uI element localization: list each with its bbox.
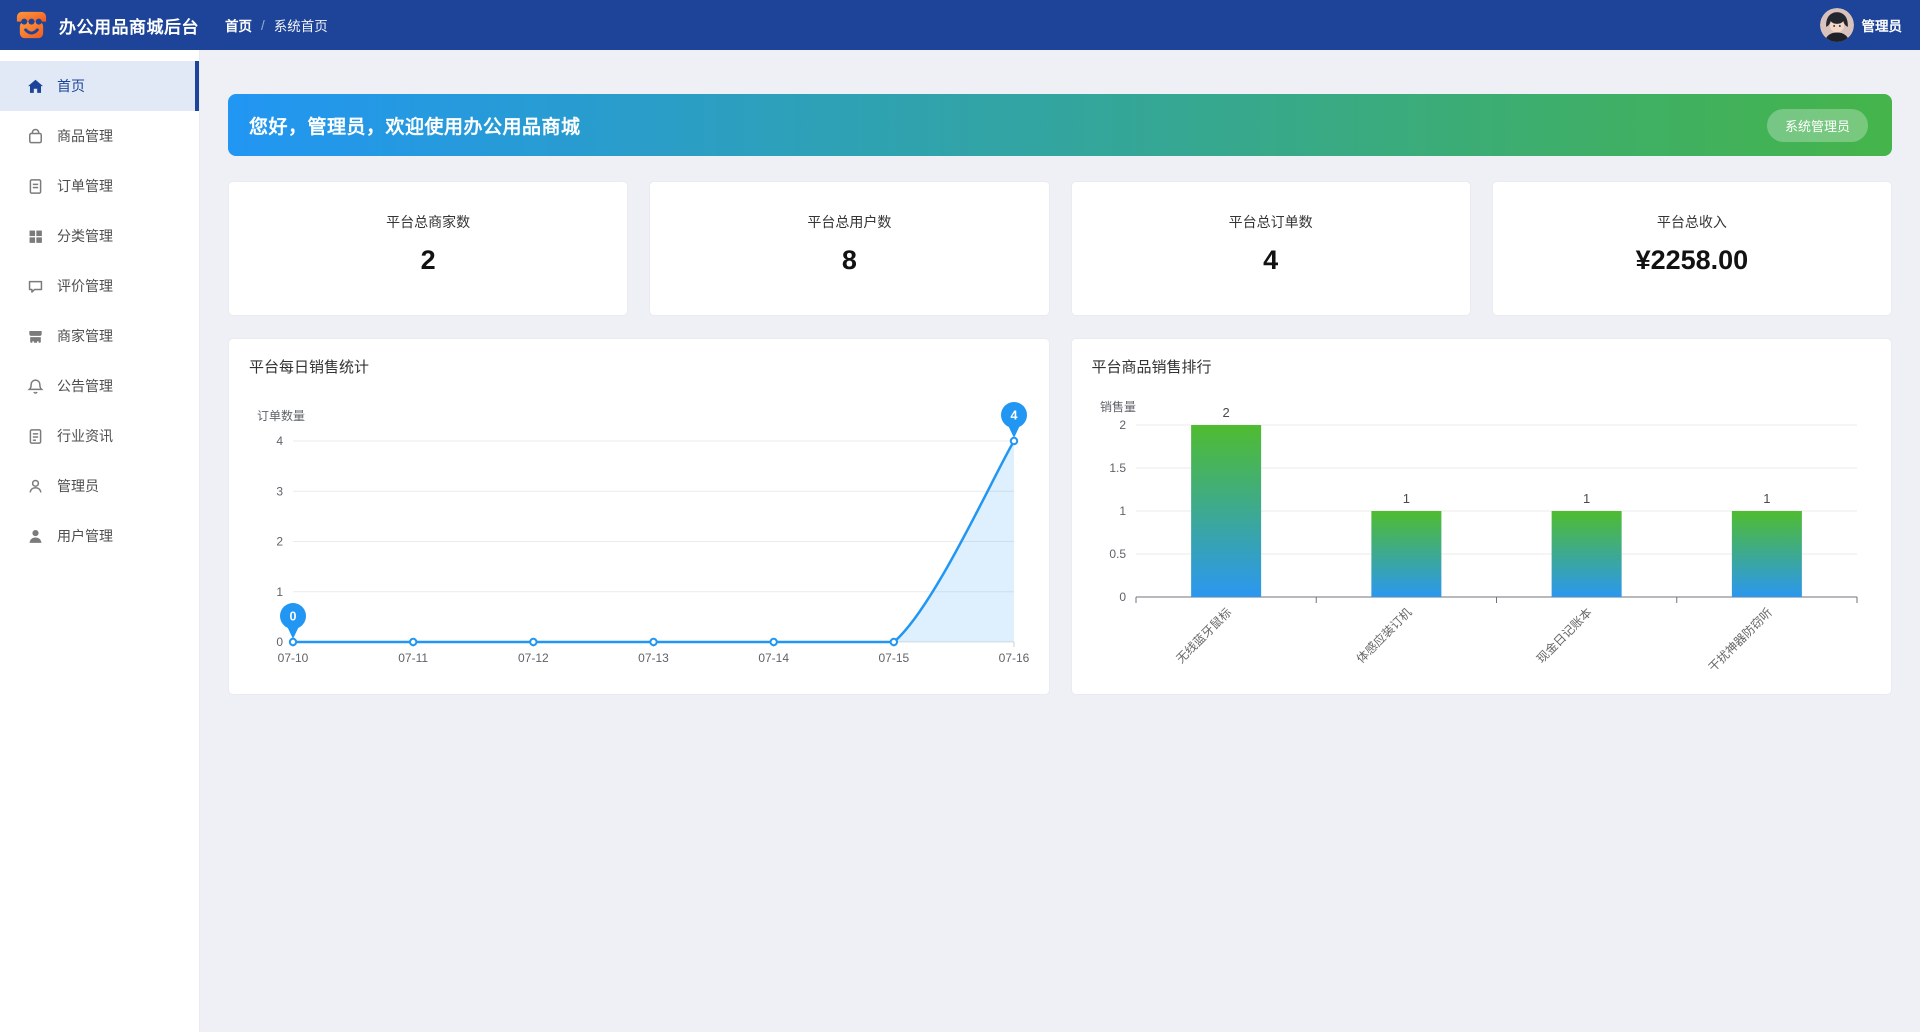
grid-icon (27, 228, 44, 245)
breadcrumb-separator: / (261, 17, 265, 33)
daily-sales-line-chart[interactable]: 0 1 2 3 4 07-10 07-11 07-12 07-13 07-14 07-15 07-16… (249, 385, 1030, 680)
sidebar-item-admins[interactable]: 管理员 (0, 461, 199, 511)
charts-row: 平台每日销售统计 0 1 2 3 4 07-10 07-11 07-12 07-13 07-14 0… (228, 338, 1892, 695)
stat-value: 2 (420, 245, 436, 275)
svg-text:现金日记账本: 现金日记账本 (1533, 605, 1595, 667)
stat-value: 8 (841, 245, 857, 275)
news-document-icon (27, 428, 44, 445)
sidebar-item-label: 分类管理 (57, 228, 113, 244)
home-icon (27, 78, 44, 95)
svg-text:1: 1 (1119, 504, 1126, 518)
stats-row: 平台总商家数 2 平台总用户数 8 平台总订单数 4 平台总收入 ¥2258.0… (228, 181, 1892, 316)
svg-text:4: 4 (276, 434, 283, 448)
app-title: 办公用品商城后台 (59, 17, 199, 37)
bell-icon (27, 378, 44, 395)
svg-text:4: 4 (1011, 409, 1018, 423)
chat-bubble-icon (27, 278, 44, 295)
user-menu[interactable]: 管理员 (1819, 8, 1903, 42)
person-outline-icon (27, 478, 44, 495)
stat-value: ¥2258.00 (1635, 245, 1749, 275)
stat-label: 平台总订单数 (1228, 214, 1313, 230)
svg-text:07-12: 07-12 (518, 651, 549, 665)
svg-text:1: 1 (1402, 491, 1409, 506)
sidebar-item-label: 评价管理 (57, 278, 113, 294)
svg-text:0: 0 (290, 610, 297, 624)
breadcrumb-current: 系统首页 (273, 19, 328, 34)
sidebar-item-categories[interactable]: 分类管理 (0, 211, 199, 261)
svg-text:3: 3 (276, 484, 283, 498)
sidebar-item-label: 管理员 (57, 478, 99, 494)
breadcrumb: 首页 / 系统首页 (225, 15, 328, 35)
user-avatar[interactable] (1819, 8, 1854, 42)
sidebar-item-merchants[interactable]: 商家管理 (0, 311, 199, 361)
navbar-left: 办公用品商城后台 首页 / 系统首页 (14, 8, 328, 43)
sidebar-item-label: 行业资讯 (57, 428, 113, 444)
stat-value: 4 (1263, 245, 1279, 275)
svg-text:07-16: 07-16 (999, 651, 1030, 665)
sidebar-item-label: 商家管理 (57, 328, 113, 344)
sidebar-item-announcements[interactable]: 公告管理 (0, 361, 199, 411)
storefront-icon (27, 328, 44, 345)
svg-text:1: 1 (1583, 491, 1590, 506)
svg-text:07-10: 07-10 (278, 651, 309, 665)
sidebar-item-industry-news[interactable]: 行业资讯 (0, 411, 199, 461)
svg-text:1.5: 1.5 (1109, 461, 1126, 475)
svg-text:07-11: 07-11 (398, 651, 428, 665)
chart-title-product-ranking: 平台商品销售排行 (1091, 359, 1212, 376)
daily-sales-chart-card: 平台每日销售统计 0 1 2 3 4 07-10 07-11 07-12 07-13 07-14 0… (228, 338, 1050, 695)
svg-text:07-14: 07-14 (758, 651, 789, 665)
sidebar-item-users[interactable]: 用户管理 (0, 511, 199, 561)
svg-text:销售量: 销售量 (1100, 399, 1136, 414)
stat-card-total-merchants: 平台总商家数 2 (228, 181, 629, 316)
svg-text:0: 0 (1119, 590, 1126, 604)
stat-label: 平台总收入 (1656, 214, 1727, 230)
top-navbar: 办公用品商城后台 首页 / 系统首页 管理员 (0, 0, 1920, 50)
stat-label: 平台总商家数 (386, 214, 471, 230)
sidebar-item-label: 用户管理 (57, 528, 113, 544)
sidebar: 首页 商品管理 订单管理 分类管理 评价管理 商家管理 公告管理 行业资讯 管理… (0, 50, 200, 1032)
person-filled-icon (27, 528, 44, 545)
welcome-text: 您好，管理员，欢迎使用办公用品商城 (249, 116, 581, 138)
app-logo-icon (14, 8, 49, 43)
svg-text:07-15: 07-15 (878, 651, 909, 665)
svg-text:干扰神器防窃听: 干扰神器防窃听 (1704, 605, 1774, 675)
svg-text:1: 1 (1763, 491, 1770, 506)
sidebar-item-products[interactable]: 商品管理 (0, 111, 199, 161)
svg-text:2: 2 (1119, 418, 1126, 432)
product-sales-bar-chart[interactable]: 0 0.5 1 1.5 2 销售量 2 无线蓝牙鼠标 1 体感应装订机 1 现金日记账本 1 干扰神器防窃… (1092, 385, 1872, 685)
sidebar-item-label: 首页 (57, 78, 85, 94)
sidebar-item-label: 公告管理 (57, 378, 113, 394)
svg-text:订单数量: 订单数量 (257, 408, 305, 423)
order-document-icon (27, 178, 44, 195)
stat-card-total-orders: 平台总订单数 4 (1070, 181, 1471, 316)
svg-text:0: 0 (276, 635, 283, 649)
sidebar-item-orders[interactable]: 订单管理 (0, 161, 199, 211)
stat-card-total-users: 平台总用户数 8 (649, 181, 1050, 316)
svg-text:07-13: 07-13 (638, 651, 669, 665)
stat-label: 平台总用户数 (807, 214, 892, 230)
role-badge: 系统管理员 (1766, 108, 1868, 142)
chart-title-daily-sales: 平台每日销售统计 (249, 359, 370, 376)
sidebar-item-home[interactable]: 首页 (0, 61, 199, 111)
breadcrumb-home[interactable]: 首页 (225, 15, 252, 35)
welcome-banner: 您好，管理员，欢迎使用办公用品商城 系统管理员 (228, 94, 1892, 156)
main-content: 您好，管理员，欢迎使用办公用品商城 系统管理员 平台总商家数 2 平台总用户数 … (200, 50, 1920, 1032)
svg-text:2: 2 (1222, 405, 1229, 420)
sidebar-item-reviews[interactable]: 评价管理 (0, 261, 199, 311)
sidebar-item-label: 商品管理 (57, 128, 113, 144)
svg-text:体感应装订机: 体感应装订机 (1352, 605, 1414, 667)
sidebar-item-label: 订单管理 (57, 178, 113, 194)
shopping-bag-icon (27, 128, 44, 145)
stat-card-total-revenue: 平台总收入 ¥2258.00 (1491, 181, 1892, 316)
svg-text:无线蓝牙鼠标: 无线蓝牙鼠标 (1173, 605, 1234, 666)
svg-text:2: 2 (276, 535, 283, 549)
product-ranking-chart-card: 平台商品销售排行 0 0.5 1 1.5 2 销售量 2 无线蓝牙鼠标 1 体感应装订机 1 现金日记… (1070, 338, 1892, 695)
svg-text:0.5: 0.5 (1109, 547, 1126, 561)
user-name: 管理员 (1861, 19, 1903, 34)
svg-text:1: 1 (276, 585, 283, 599)
